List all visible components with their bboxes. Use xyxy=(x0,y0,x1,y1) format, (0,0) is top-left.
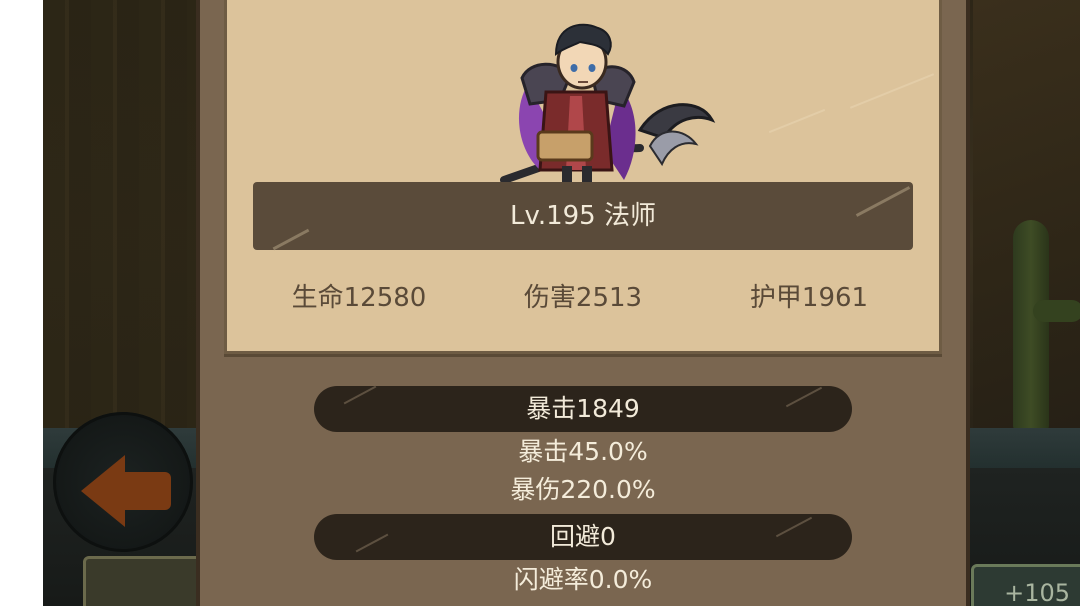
crit-damage: 暴伤220.0% xyxy=(510,475,656,504)
evade-rate: 闪避率0.0% xyxy=(513,565,653,594)
damage-stat: 伤害2513 xyxy=(523,283,643,313)
hero-level-banner: Lv.195 法师 xyxy=(253,182,913,251)
evade-header-pill: 回避0 xyxy=(314,514,852,560)
crit-rate: 暴击45.0% xyxy=(518,437,648,466)
cactus xyxy=(1013,220,1049,430)
crit-header: 暴击1849 xyxy=(526,394,640,423)
banner-brush-stroke xyxy=(272,228,310,251)
back-arrow-icon xyxy=(81,455,125,527)
bottom-slot-right[interactable]: +105 xyxy=(971,564,1080,606)
cactus-arm xyxy=(1033,300,1080,322)
armor-stat: 护甲1961 xyxy=(749,283,869,313)
hero-level-class: Lv.195 法师 xyxy=(509,201,656,231)
crit-header-pill: 暴击1849 xyxy=(314,385,852,432)
hp-stat: 生命12580 xyxy=(291,283,427,313)
pill-brush-stroke xyxy=(355,533,389,553)
paper-scratch xyxy=(768,108,826,134)
wall-texture xyxy=(43,0,203,430)
bottom-slot-left[interactable] xyxy=(83,556,209,606)
hero-portrait xyxy=(500,23,716,186)
pill-brush-stroke xyxy=(775,516,813,538)
pill-brush-stroke xyxy=(343,385,377,405)
pill-brush-stroke xyxy=(785,386,823,408)
bottom-right-counter: +105 xyxy=(1004,579,1070,606)
banner-brush-stroke xyxy=(855,186,911,217)
back-arrow-tail xyxy=(121,472,171,510)
paper-scratch xyxy=(849,73,935,109)
evade-header: 回避0 xyxy=(550,522,616,551)
